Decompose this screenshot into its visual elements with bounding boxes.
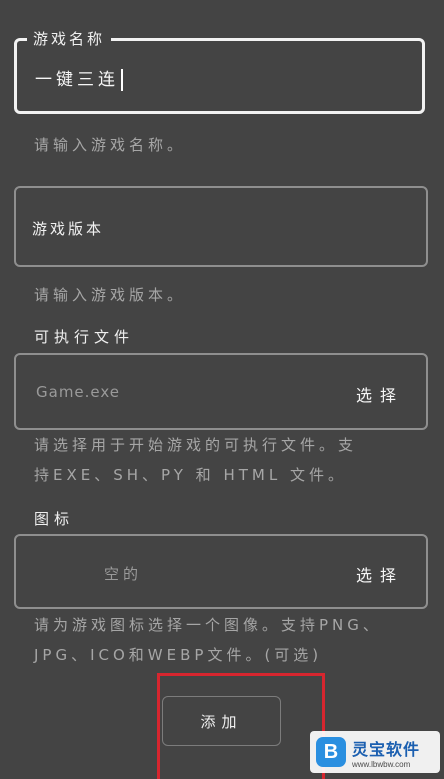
- add-button[interactable]: 添加: [162, 696, 281, 746]
- game-name-helper: 请输入游戏名称。: [34, 136, 187, 154]
- executable-section-label: 可执行文件: [34, 328, 135, 346]
- game-name-value: 一键三连: [35, 70, 119, 90]
- executable-placeholder: Game.exe: [36, 383, 121, 401]
- icon-section-label: 图标: [34, 510, 75, 528]
- add-game-form: 游戏名称 一键三连 请输入游戏名称。 游戏版本 请输入游戏版本。 可执行文件 G…: [0, 0, 444, 779]
- game-version-placeholder: 游戏版本: [32, 220, 105, 238]
- icon-placeholder: 空的: [104, 565, 143, 583]
- watermark-name: 灵宝软件: [352, 739, 421, 759]
- game-name-field[interactable]: 游戏名称 一键三连: [14, 28, 425, 114]
- executable-select-button[interactable]: 选择: [356, 382, 404, 406]
- game-version-helper: 请输入游戏版本。: [34, 286, 187, 304]
- icon-helper-line1: 请为游戏图标选择一个图像。支持PNG、: [34, 616, 382, 634]
- icon-field[interactable]: 空的 选择: [14, 534, 428, 609]
- watermark-logo-icon: B: [316, 737, 346, 767]
- executable-helper-line2: 持EXE、SH、PY 和 HTML 文件。: [34, 466, 347, 484]
- executable-helper-line1: 请选择用于开始游戏的可执行文件。支: [34, 436, 358, 454]
- game-name-label: 游戏名称: [27, 28, 112, 49]
- game-name-input[interactable]: 一键三连: [35, 65, 123, 91]
- watermark: B 灵宝软件 www.lbwbw.com: [310, 731, 440, 773]
- watermark-text: 灵宝软件 www.lbwbw.com: [352, 736, 420, 769]
- executable-field[interactable]: Game.exe 选择: [14, 353, 428, 430]
- game-version-field[interactable]: 游戏版本: [14, 186, 428, 267]
- text-caret: [121, 69, 123, 91]
- icon-helper-line2: JPG、ICO和WEBP文件。(可选): [34, 646, 323, 664]
- icon-select-button[interactable]: 选择: [356, 562, 404, 586]
- watermark-url: www.lbwbw.com: [352, 759, 411, 769]
